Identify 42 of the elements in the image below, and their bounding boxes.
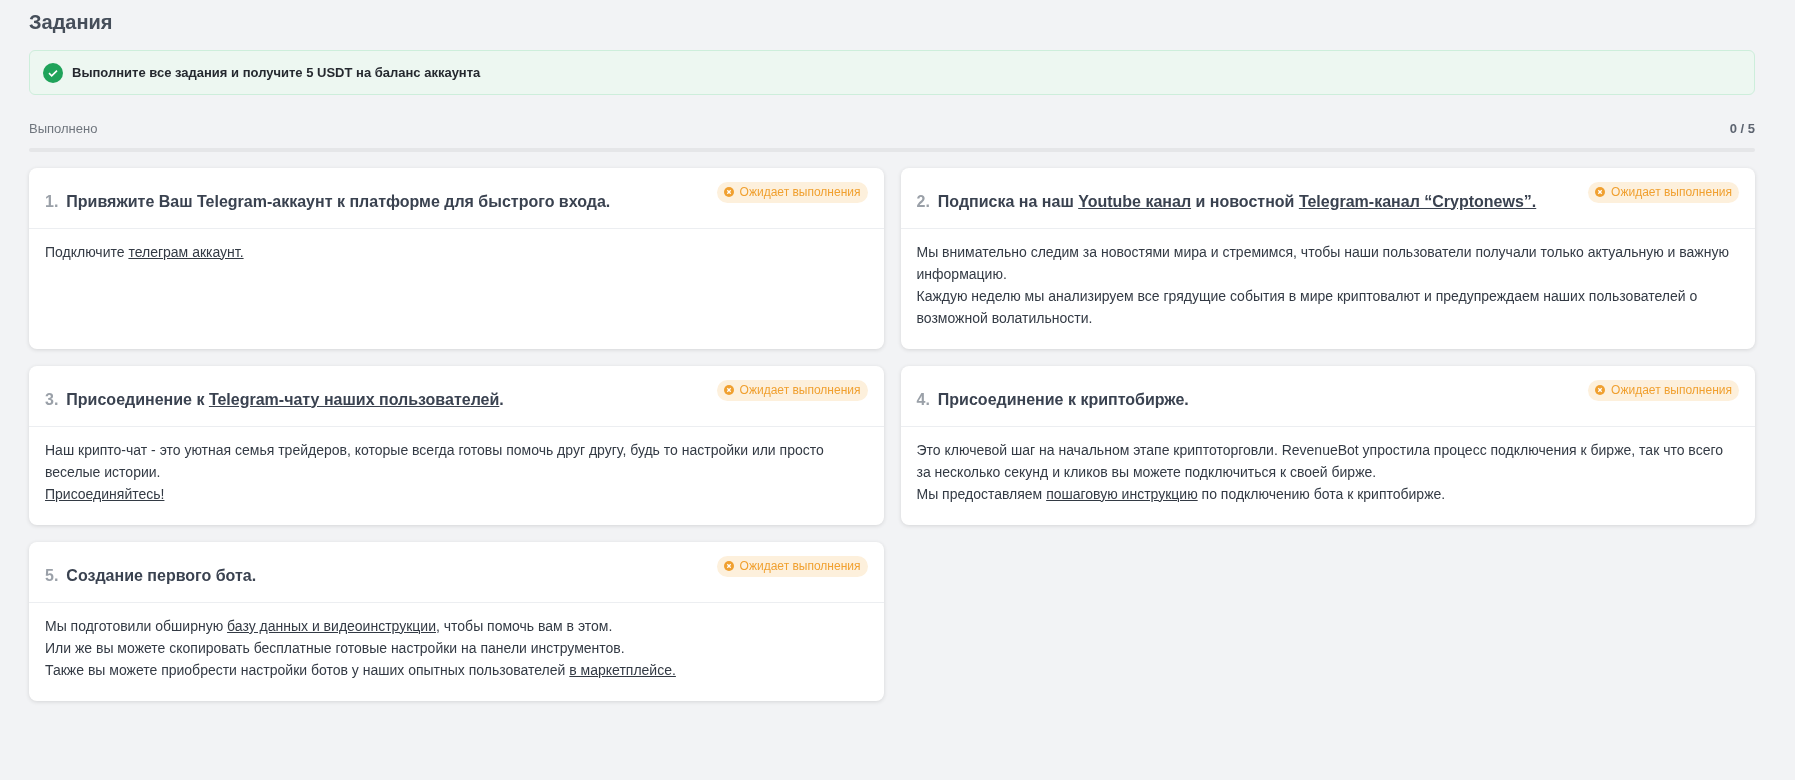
status-badge: Ожидает выполнения (716, 555, 868, 577)
task-number: 1. (45, 191, 59, 212)
cross-circle-icon (1595, 385, 1606, 395)
task-description: Мы подготовили обширную базу данных и видеоинструкции, чтобы помочь вам в этом. (45, 616, 614, 636)
status-badge: Ожидает выполнения (1588, 379, 1739, 401)
text-link[interactable]: Telegram-чату наших пользователей (208, 390, 500, 408)
text-link[interactable]: Youtube канал (1078, 192, 1192, 210)
task-title: Создание первого бота. (66, 565, 257, 586)
page-title: Задания (29, 10, 114, 35)
task-description: Мы внимательно следим за новостями мира и стремимся, чтобы наши пользователи получали только актуальную и важную информацию. (916, 242, 1730, 284)
progress-label: Выполнено (29, 120, 98, 138)
task-title: Присоединение к Telegram-чату наших пользователей. (66, 389, 504, 410)
task-number: 4. (916, 389, 930, 410)
task-description: Каждую неделю мы анализируем все грядущие события в мире криптовалют и предупреждаем наших пользователей о возможной волатильности. (916, 286, 1699, 328)
task-number: 2. (916, 191, 930, 212)
task-description: Это ключевой шаг на начальном этапе криптоторговли. RevenueBot упростила процесс подключения к бирже, так что всего за несколько секунд и кликов вы можете подключиться к своей бирже. (916, 440, 1725, 482)
text-link[interactable]: Присоединяйтесь! (45, 485, 165, 502)
task-description: Мы предоставляем пошаговую инструкцию по подключению бота к криптобирже. (916, 484, 1447, 504)
task-description: Наш крипто-чат - это уютная семья трейдеров, которые всегда готовы помочь друг другу, будь то настройки или просто веселые истории. (45, 440, 825, 482)
banner-text: Выполните все задания и получите 5 USDT на баланс аккаунта (72, 63, 481, 82)
task-description: Также вы можете приобрести настройки ботов у наших опытных пользователей в маркетплейсе. (45, 660, 677, 680)
text-link[interactable]: телеграм аккаунт. (128, 243, 244, 260)
cross-circle-icon (723, 561, 734, 571)
check-circle-icon (43, 62, 63, 83)
task-description: Или же вы можете скопировать бесплатные готовые настройки на панели инструментов. (45, 638, 626, 658)
status-badge: Ожидает выполнения (716, 181, 868, 203)
cross-circle-icon (723, 187, 734, 197)
task-title: Привяжите Ваш Telegram-аккаунт к платформе для быстрого входа. (66, 191, 611, 212)
text-link[interactable]: Telegram-канал “Cryptonews”. (1298, 192, 1537, 210)
status-badge: Ожидает выполнения (1588, 181, 1739, 203)
text-link[interactable]: базу данных и видеоинструкции (227, 617, 436, 634)
cross-circle-icon (723, 385, 734, 395)
task-number: 3. (45, 389, 59, 410)
cross-circle-icon (1595, 187, 1606, 197)
task-title: Присоединение к криптобирже. (937, 389, 1189, 410)
status-badge: Ожидает выполнения (716, 379, 868, 401)
task-title: Подписка на наш Youtube канал и новостной Telegram-канал “Cryptonews”. (937, 191, 1537, 212)
task-description: Подключите телеграм аккаунт. (45, 242, 245, 262)
text-link[interactable]: в маркетплейсе. (569, 661, 676, 678)
task-number: 5. (45, 565, 59, 586)
progress-count: 0 / 5 (1729, 120, 1755, 138)
text-link[interactable]: пошаговую инструкцию (1046, 485, 1198, 502)
